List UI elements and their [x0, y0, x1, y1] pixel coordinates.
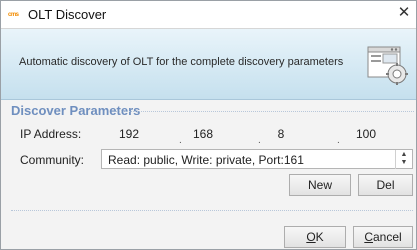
close-icon[interactable]: ✕	[396, 4, 412, 22]
app-logo-icon: cms	[8, 12, 19, 18]
spinner-arrows-icon[interactable]: ▲ ▼	[395, 150, 412, 169]
cancel-button[interactable]: Cancel	[353, 226, 413, 248]
discover-settings-icon	[366, 43, 410, 87]
ip-octet-2[interactable]: 168	[183, 127, 223, 141]
ok-mnemonic: O	[306, 230, 316, 244]
new-button[interactable]: New	[289, 174, 351, 196]
section-divider	[116, 111, 414, 112]
olt-discover-dialog: cms OLT Discover ✕ Automatic discovery o…	[0, 0, 417, 250]
community-label: Community:	[20, 153, 85, 167]
ip-octet-4[interactable]: 100	[346, 127, 386, 141]
ip-address-label: IP Address:	[20, 127, 82, 141]
cancel-mnemonic: C	[364, 230, 373, 244]
window-title: OLT Discover	[28, 7, 107, 22]
header-banner: Automatic discovery of OLT for the compl…	[1, 29, 416, 100]
title-bar: cms OLT Discover ✕	[1, 1, 416, 29]
footer-divider	[11, 210, 413, 211]
banner-description: Automatic discovery of OLT for the compl…	[19, 56, 344, 68]
ip-octet-3[interactable]: 8	[261, 127, 301, 141]
delete-button[interactable]: Del	[358, 174, 413, 196]
ip-separator: .	[337, 135, 340, 146]
cancel-label-rest: ancel	[372, 230, 402, 244]
ok-button[interactable]: OK	[284, 226, 346, 248]
ok-label-rest: K	[315, 230, 324, 244]
ip-separator: .	[179, 135, 182, 146]
community-select[interactable]: Read: public, Write: private, Port:161 ▲…	[101, 149, 413, 169]
community-selected-value: Read: public, Write: private, Port:161	[108, 153, 304, 167]
ip-octet-1[interactable]: 192	[109, 127, 149, 141]
